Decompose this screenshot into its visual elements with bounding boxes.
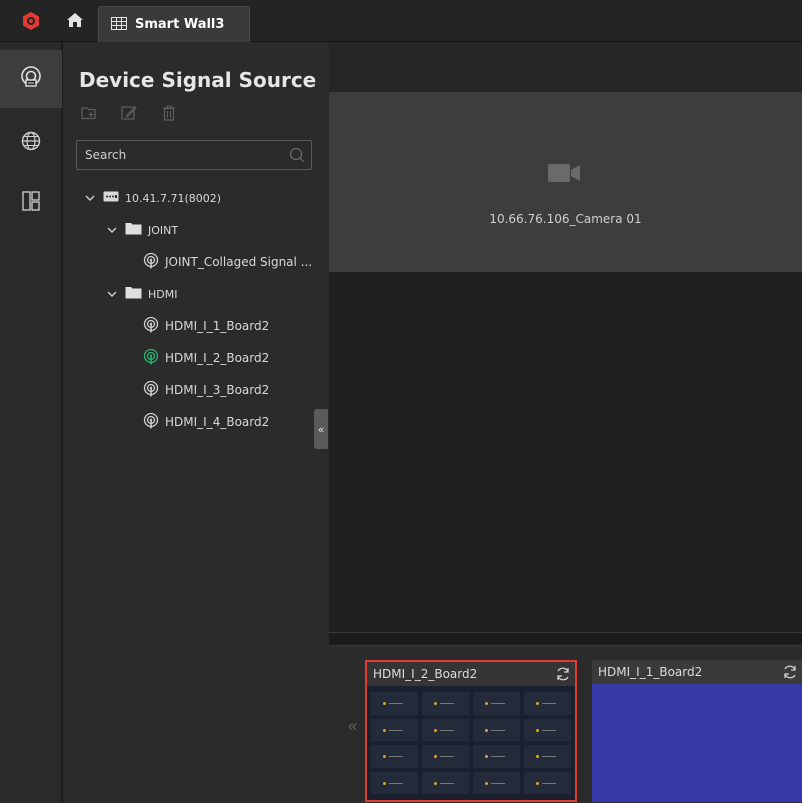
signal-label: HDMI_I_2_Board2 [165, 351, 270, 365]
device-label: 10.41.7.71(8002) [125, 191, 222, 205]
preview-thumbnail-selected[interactable]: HDMI_I_2_Board2 [365, 660, 577, 802]
signal-active-icon [143, 348, 159, 368]
tree-node-group-joint[interactable]: JOINT [105, 214, 178, 246]
folder-icon [125, 286, 142, 302]
tab-label: Smart Wall3 [135, 17, 225, 32]
rail-item-device[interactable] [0, 50, 62, 108]
signal-label: JOINT_Collaged Signal ... [165, 255, 313, 269]
globe-icon [21, 131, 41, 155]
signal-label: HDMI_I_1_Board2 [165, 319, 270, 333]
tree-node-device[interactable]: 10.41.7.71(8002) [83, 182, 221, 214]
scroll-left-icon[interactable]: « [347, 716, 358, 737]
signal-label: HDMI_I_3_Board2 [165, 383, 270, 397]
signal-icon [143, 412, 159, 432]
edit-icon[interactable] [120, 104, 138, 122]
preview-header: HDMI_I_2_Board2 [367, 662, 575, 686]
preview-cell [422, 718, 469, 741]
panel-title: Device Signal Source [79, 68, 317, 92]
panel-toolbar [80, 104, 178, 122]
search-input[interactable] [77, 141, 287, 169]
preview-mosaic [371, 692, 571, 794]
preview-cell [422, 745, 469, 768]
preview-strip: « HDMI_I_2_Board2 HDMI_I_1_Board2 [329, 645, 802, 803]
camera-icon [547, 162, 581, 184]
search-box [76, 140, 312, 170]
tree-node-signal[interactable]: HDMI_I_3_Board2 [143, 374, 269, 406]
signal-icon [143, 316, 159, 336]
delete-icon[interactable] [160, 104, 178, 122]
preview-thumbnail[interactable]: HDMI_I_1_Board2 [592, 660, 802, 802]
preview-cell [524, 692, 571, 715]
preview-cell [371, 692, 418, 715]
add-folder-icon[interactable] [80, 104, 98, 122]
app-logo-icon[interactable] [0, 0, 62, 42]
home-icon[interactable] [66, 12, 86, 30]
encoder-device-icon [103, 191, 119, 205]
rail-item-network[interactable] [0, 114, 62, 172]
collapse-panel-button[interactable]: « [314, 409, 328, 449]
wall-canvas[interactable] [329, 272, 802, 632]
preview-cell [524, 771, 571, 794]
preview-video [367, 686, 575, 800]
video-wall-icon [111, 15, 127, 34]
double-chevron-left-icon: « [317, 422, 325, 436]
top-bar: Smart Wall3 [0, 0, 802, 42]
preview-video [592, 684, 802, 802]
chevron-down-icon[interactable] [105, 287, 119, 301]
preview-cell [524, 718, 571, 741]
preview-cell [524, 745, 571, 768]
tab-smart-wall[interactable]: Smart Wall3 [98, 6, 250, 42]
wall-window-camera[interactable]: 10.66.76.106_Camera 01 [329, 92, 802, 272]
layout-icon [22, 191, 40, 215]
device-signal-panel: Device Signal Source Search 10.41.7.71(8… [63, 42, 329, 803]
signal-label: HDMI_I_4_Board2 [165, 415, 270, 429]
signal-icon [143, 252, 159, 272]
refresh-icon[interactable] [555, 666, 571, 682]
tree-node-group-hdmi[interactable]: HDMI [105, 278, 177, 310]
preview-label: HDMI_I_1_Board2 [598, 665, 703, 679]
preview-header: HDMI_I_1_Board2 [592, 660, 802, 684]
search-icon[interactable] [289, 147, 305, 163]
rail-item-layout[interactable] [0, 174, 62, 232]
tree-node-signal[interactable]: JOINT_Collaged Signal ... [143, 246, 312, 278]
preview-cell [371, 718, 418, 741]
app-window: Smart Wall3 Device Signal Source Search … [0, 0, 802, 803]
camera-label: 10.66.76.106_Camera 01 [489, 212, 642, 226]
preview-cell [473, 718, 520, 741]
preview-cell [473, 745, 520, 768]
refresh-icon[interactable] [782, 664, 798, 680]
tree-node-signal[interactable]: HDMI_I_4_Board2 [143, 406, 269, 438]
signal-icon [143, 380, 159, 400]
preview-cell [473, 771, 520, 794]
preview-cell [422, 771, 469, 794]
preview-cell [473, 692, 520, 715]
left-rail [0, 42, 62, 803]
preview-cell [422, 692, 469, 715]
preview-label: HDMI_I_2_Board2 [373, 667, 478, 681]
tree-node-signal-active[interactable]: HDMI_I_2_Board2 [143, 342, 269, 374]
device-icon [20, 66, 42, 92]
chevron-down-icon[interactable] [105, 223, 119, 237]
tree-node-signal[interactable]: HDMI_I_1_Board2 [143, 310, 269, 342]
chevron-down-icon[interactable] [83, 191, 97, 205]
wall-toolbar [329, 42, 802, 92]
group-label: JOINT [148, 223, 179, 237]
folder-icon [125, 222, 142, 238]
splitter[interactable] [329, 632, 802, 644]
preview-cell [371, 745, 418, 768]
preview-cell [371, 771, 418, 794]
group-label: HDMI [148, 287, 178, 301]
